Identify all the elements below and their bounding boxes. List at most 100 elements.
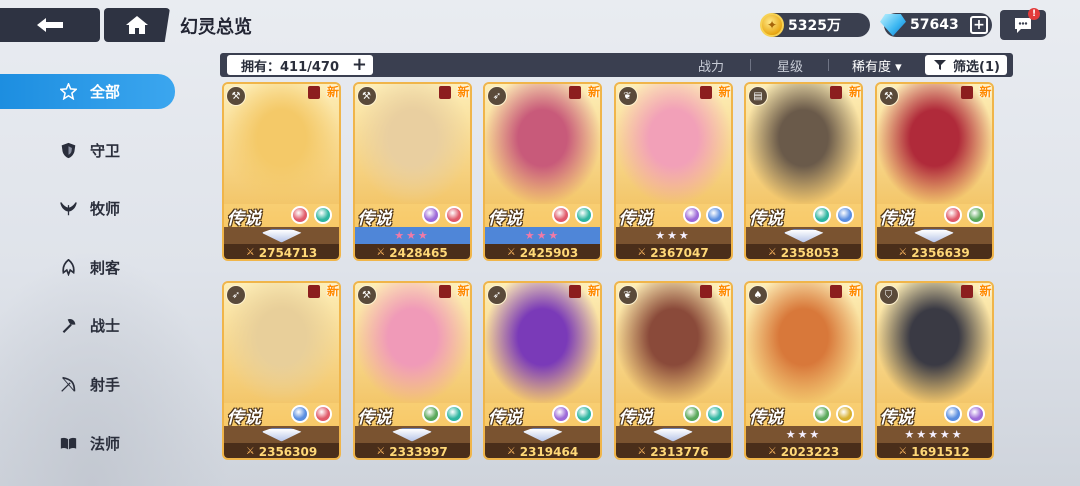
axe-icon: ⚒ bbox=[356, 86, 377, 106]
new-badge: 新 bbox=[718, 85, 731, 99]
power-value: ⚔ 2313776 bbox=[615, 443, 731, 458]
rank-badge-icon bbox=[261, 228, 302, 243]
element-icon bbox=[444, 206, 463, 224]
element-icon bbox=[444, 405, 463, 423]
hero-card[interactable]: ➶ 新传说 ★★★ ⚔ 2425903 bbox=[483, 82, 602, 261]
hero-card[interactable]: ⚒ 新传说 ★★★ ⚔ 2428465 bbox=[352, 82, 472, 261]
power-number: 2358053 bbox=[780, 245, 840, 260]
hero-card[interactable]: ⛉ 新传说 ★★★★★ ⚔ 1691512 bbox=[874, 281, 994, 460]
rarity-label: 传说 bbox=[749, 408, 783, 428]
hero-card[interactable]: ⚒ 新传说 ⚔ 2333997 bbox=[352, 281, 472, 460]
power-number: 2428465 bbox=[389, 245, 448, 260]
axe-icon bbox=[62, 319, 76, 334]
rarity-label: 传说 bbox=[357, 209, 392, 229]
sidebar-item-priest[interactable]: 牧师 bbox=[0, 191, 175, 226]
hero-card[interactable]: ❦ 新传说 ★★★ ⚔ 2367047 bbox=[613, 82, 733, 261]
flag-icon bbox=[960, 86, 973, 99]
hero-card[interactable]: ⚒ 新传说 ⚔ 2356639 bbox=[874, 82, 994, 261]
crossed-swords-icon: ⚔ bbox=[245, 446, 255, 457]
gem-amount: 57643 bbox=[910, 17, 959, 33]
sidebar-item-archer[interactable]: 射手 bbox=[0, 367, 175, 402]
rank-badge-icon bbox=[392, 427, 432, 442]
dagger-icon: ♠ bbox=[748, 285, 768, 305]
chat-notification-badge: ! bbox=[1028, 8, 1040, 20]
element-icon bbox=[943, 206, 962, 224]
element-icon bbox=[575, 206, 593, 224]
add-gems-button[interactable]: + bbox=[970, 16, 988, 34]
hero-card[interactable]: ♠ 新传说 ★★★ ⚔ 2023223 bbox=[744, 281, 863, 460]
crossed-swords-icon: ⚔ bbox=[506, 247, 516, 258]
hero-card[interactable]: ▤ 新传说 ⚔ 2358053 bbox=[744, 82, 863, 261]
hero-card[interactable]: ❦ 新传说 ⚔ 2313776 bbox=[613, 281, 733, 460]
rank-badge-icon bbox=[914, 228, 954, 243]
filter-button[interactable]: 筛选(1) bbox=[925, 55, 1007, 75]
new-badge: 新 bbox=[718, 284, 731, 298]
star-bar: ★★★ bbox=[485, 227, 600, 244]
rarity-label: 传说 bbox=[488, 209, 522, 229]
hero-card[interactable]: ➶ 新传说 ⚔ 2319464 bbox=[483, 281, 602, 460]
page-title: 幻灵总览 bbox=[180, 17, 252, 38]
power-number: 2425903 bbox=[519, 245, 579, 260]
filter-bar: 拥有：411/470 + 战力 星级 稀有度 ▾ 筛选(1) bbox=[220, 53, 1013, 77]
class-sidebar: 全部 守卫 牧师 刺客 战士 射手 法师 bbox=[0, 74, 175, 484]
power-value: ⚔ 2319464 bbox=[485, 443, 600, 459]
rarity-label: 传说 bbox=[227, 209, 261, 229]
power-value: ⚔ 2754713 bbox=[224, 244, 339, 259]
rarity-label: 传说 bbox=[618, 408, 653, 428]
flag-icon bbox=[438, 285, 451, 298]
rank-badge-icon bbox=[522, 427, 563, 442]
element-icon bbox=[813, 206, 831, 224]
new-badge: 新 bbox=[457, 85, 470, 99]
hero-card[interactable]: ➶ 新传说 ⚔ 2356309 bbox=[222, 281, 341, 460]
element-icon bbox=[314, 206, 332, 224]
rarity-label: 传说 bbox=[879, 209, 914, 229]
new-badge: 新 bbox=[457, 284, 470, 298]
element-icon bbox=[421, 206, 440, 224]
chat-button[interactable]: ! bbox=[1000, 8, 1046, 40]
element-icon bbox=[705, 206, 724, 224]
gem-counter: 57643 + bbox=[880, 13, 992, 37]
new-badge: 新 bbox=[326, 85, 339, 99]
gem-icon bbox=[880, 14, 906, 36]
sort-power-tab[interactable]: 战力 bbox=[698, 56, 724, 75]
sidebar-item-label: 法师 bbox=[90, 434, 121, 453]
book-icon: ▤ bbox=[748, 86, 768, 106]
power-number: 2319464 bbox=[519, 444, 579, 459]
crossed-swords-icon: ⚔ bbox=[767, 446, 777, 457]
hero-grid: ⚒ 新传说 ⚔ 2754713 ⚒ 新传说 ★★★ ⚔ 2428465 ➶ 新传说 ★★★ ⚔ 24259… bbox=[222, 82, 1002, 486]
rank-badge-icon bbox=[653, 427, 693, 442]
element-icon bbox=[836, 206, 854, 224]
sidebar-item-assassin[interactable]: 刺客 bbox=[0, 250, 175, 285]
gold-amount: 5325万 bbox=[788, 18, 841, 34]
sidebar-item-guardian[interactable]: 守卫 bbox=[0, 133, 175, 168]
rarity-label: 传说 bbox=[357, 408, 392, 428]
power-value: ⚔ 2023223 bbox=[746, 443, 861, 458]
rank-badge-icon bbox=[783, 228, 824, 243]
top-bar: 幻灵总览 ✦ 5325万 57643 + ! bbox=[0, 0, 1080, 50]
power-number: 2356309 bbox=[258, 444, 318, 459]
rarity-label: 传说 bbox=[618, 209, 653, 229]
rank-bar bbox=[485, 426, 600, 443]
new-badge: 新 bbox=[848, 284, 861, 298]
sort-star-tab[interactable]: 星级 bbox=[777, 56, 803, 75]
sort-rarity-tab[interactable]: 稀有度 ▾ bbox=[852, 56, 902, 75]
crossed-swords-icon: ⚔ bbox=[898, 446, 908, 457]
sidebar-item-mage[interactable]: 法师 bbox=[0, 426, 175, 461]
rank-bar bbox=[746, 227, 861, 244]
owned-count-button[interactable]: 拥有：411/470 + bbox=[227, 55, 373, 75]
element-icon bbox=[552, 405, 570, 423]
rarity-label: 传说 bbox=[488, 408, 522, 428]
rarity-label: 传说 bbox=[227, 408, 261, 428]
back-button[interactable] bbox=[0, 8, 100, 42]
rarity-label: 传说 bbox=[749, 209, 783, 229]
hero-card[interactable]: ⚒ 新传说 ⚔ 2754713 bbox=[222, 82, 341, 261]
new-badge: 新 bbox=[979, 284, 992, 298]
filter-funnel-icon bbox=[934, 60, 946, 70]
sidebar-item-warrior[interactable]: 战士 bbox=[0, 308, 175, 343]
sidebar-item-all[interactable]: 全部 bbox=[0, 74, 175, 109]
element-icon bbox=[421, 405, 440, 423]
owned-count: 拥有：411/470 bbox=[241, 59, 340, 75]
rank-bar bbox=[224, 426, 339, 443]
crossed-swords-icon: ⚔ bbox=[898, 247, 908, 258]
home-button[interactable] bbox=[104, 8, 170, 42]
